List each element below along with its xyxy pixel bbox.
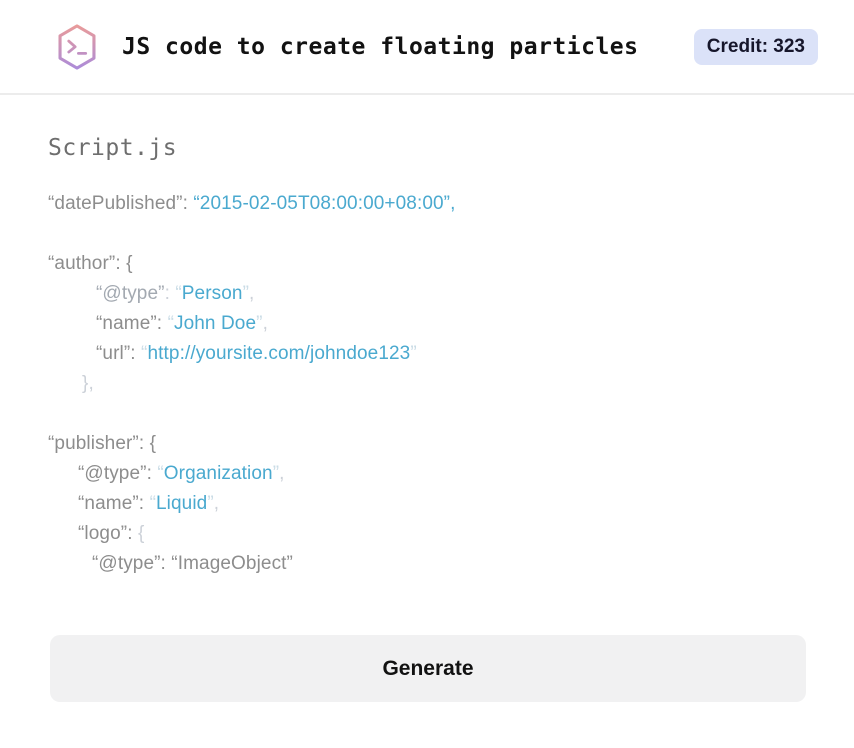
code-token: “logo”	[78, 523, 128, 544]
code-token: ,	[262, 313, 268, 334]
page-title: JS code to create floating particles	[122, 33, 639, 60]
code-line: “@type”: “ImageObject”	[48, 549, 806, 579]
code-token: “datePublished”:	[48, 193, 194, 214]
code-token: “name”	[96, 313, 157, 334]
main-content: Script.js “datePublished”: “2015-02-05T0…	[0, 135, 854, 702]
code-token: :	[156, 313, 168, 334]
code-token: :	[127, 523, 138, 544]
code-token: Liquid	[156, 493, 208, 514]
code-token: Person	[181, 283, 243, 304]
code-line: “name”: “Liquid”,	[48, 489, 806, 519]
code-block: “datePublished”: “2015-02-05T08:00:00+08…	[48, 189, 806, 579]
code-token: “name”	[78, 493, 139, 514]
code-line: “datePublished”: “2015-02-05T08:00:00+08…	[48, 189, 806, 219]
generate-button[interactable]: Generate	[50, 635, 806, 702]
code-line: “publisher”: {	[48, 429, 806, 459]
code-token: http://yoursite.com/johndoe123	[147, 343, 411, 364]
code-token: ,	[249, 283, 255, 304]
terminal-prompt-hexagon-icon	[55, 23, 99, 71]
code-token: :	[164, 283, 176, 304]
code-line: “logo”: {	[48, 519, 806, 549]
code-token: John Doe	[174, 313, 257, 334]
code-token: :	[146, 463, 158, 484]
credit-badge: Credit: 323	[693, 28, 818, 65]
code-line: },	[48, 369, 806, 399]
code-token: “@type”	[96, 283, 165, 304]
code-token: “publisher”: {	[48, 433, 157, 454]
code-token: “@type”	[78, 463, 147, 484]
code-token: :	[130, 343, 142, 364]
code-token: :	[138, 493, 150, 514]
code-token: ”	[410, 343, 417, 364]
code-token: ,	[213, 493, 220, 514]
code-line: “author”: {	[48, 249, 806, 279]
code-token: “url”	[96, 343, 131, 364]
code-token: “author”: {	[48, 253, 133, 274]
file-title: Script.js	[48, 135, 178, 161]
app-window: JS code to create floating particles Cre…	[0, 0, 854, 702]
code-line: “@type”: “Organization”,	[48, 459, 806, 489]
code-token: “@type”: “ImageObject”	[92, 553, 293, 574]
header: JS code to create floating particles Cre…	[0, 0, 854, 95]
code-token: {	[137, 523, 145, 544]
code-token: “2015-02-05T08:00:00+08:00”,	[193, 193, 456, 214]
code-line: “@type”: “Person”,	[48, 279, 806, 309]
code-token: },	[82, 373, 94, 394]
code-token: Organization	[163, 463, 273, 484]
code-token: ,	[279, 463, 285, 484]
code-line: “name”: “John Doe”,	[48, 309, 806, 339]
code-line: “url”: “http://yoursite.com/johndoe123”	[48, 339, 806, 369]
